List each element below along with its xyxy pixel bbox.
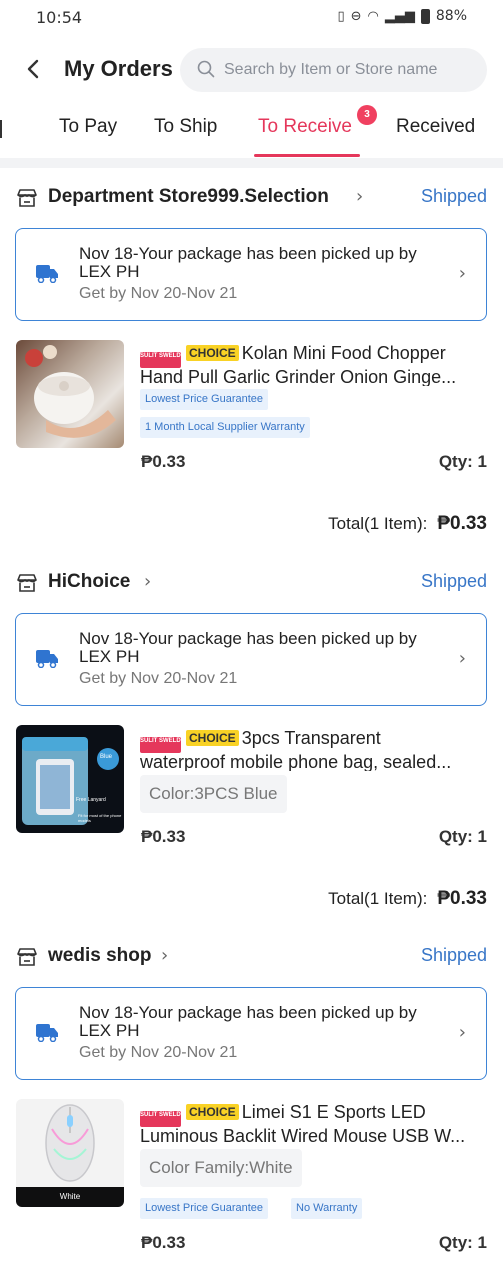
chevron-right-icon: › [458, 1022, 466, 1043]
product-title-line2: Luminous Backlit Wired Mouse USB W... [140, 1127, 466, 1145]
product-variant: Color:3PCS Blue [140, 775, 287, 813]
store-icon [17, 189, 37, 207]
tracking-message: Nov 18-Your package has been picked up b… [79, 244, 417, 281]
tag-lowest-price: Lowest Price Guarantee [140, 1198, 269, 1219]
product-price: ₱0.33 [141, 1233, 186, 1252]
status-time: 10:54 [36, 8, 83, 27]
product-thumbnail[interactable]: Blue Free Lanyard Fit for most of the ph… [16, 725, 124, 833]
search-box[interactable] [180, 48, 487, 92]
thumb-label-lanyard: Free Lanyard [76, 797, 106, 803]
tab-count-badge: 3 [357, 105, 377, 125]
product-variant: Color Family:White [140, 1149, 302, 1187]
tag-warranty: 1 Month Local Supplier Warranty [140, 417, 310, 438]
status-icons: ▯ ⊖ ◠ ▂▄▆ 88% [337, 8, 467, 24]
tracking-card[interactable]: Nov 18-Your package has been picked up b… [15, 613, 487, 706]
product-thumbnail[interactable]: White [16, 1099, 124, 1207]
signal-icon: ▂▄▆ [384, 8, 415, 24]
order-status: Shipped [420, 945, 487, 965]
mouse-image [16, 1104, 124, 1207]
tracking-message: Nov 18-Your package has been picked up b… [79, 629, 417, 666]
section-divider [0, 158, 503, 168]
tracking-eta: Get by Nov 20-Nov 21 [79, 1044, 238, 1061]
search-input[interactable] [224, 48, 474, 92]
product-title-line1: Kolan Mini Food Chopper [241, 344, 446, 363]
choice-badge: CHOICE [186, 345, 239, 361]
battery-icon [420, 8, 430, 24]
tab-to-pay[interactable]: To Pay [59, 116, 117, 138]
store-name[interactable]: Department Store999.Selection [48, 186, 329, 208]
product-qty: Qty: 1 [438, 452, 487, 471]
truck-icon [36, 650, 58, 668]
store-name[interactable]: wedis shop [48, 945, 151, 967]
chevron-left-icon [27, 59, 39, 79]
chevron-right-icon: › [161, 945, 169, 966]
tracking-card[interactable]: Nov 18-Your package has been picked up b… [15, 228, 487, 321]
tab-partial[interactable] [0, 116, 4, 140]
product-price: ₱0.33 [141, 452, 186, 471]
tab-to-ship[interactable]: To Ship [154, 116, 217, 138]
product-title-line1: Limei S1 E Sports LED [241, 1103, 426, 1122]
do-not-disturb-icon: ⊖ [350, 8, 362, 24]
sulit-sweldo-badge: SULIT SWELDO [140, 737, 185, 753]
product-qty: Qty: 1 [438, 827, 487, 846]
order-tabs: To Pay To Ship To Receive Received [0, 104, 503, 158]
tracking-message: Nov 18-Your package has been picked up b… [79, 1003, 417, 1040]
tab-received[interactable]: Received [396, 116, 475, 138]
store-name[interactable]: HiChoice [48, 571, 130, 593]
choice-badge: CHOICE [186, 1104, 239, 1120]
product-title-line2: waterproof mobile phone bag, sealed... [140, 753, 452, 771]
tab-to-receive[interactable]: To Receive [258, 116, 352, 138]
sulit-sweldo-badge: SULIT SWELDO [140, 1111, 185, 1127]
store-row[interactable]: Department Store999.Selection › Shipped [0, 180, 503, 216]
chevron-right-icon: › [144, 571, 152, 592]
order-status: Shipped [420, 571, 487, 591]
order-total: Total(1 Item): ₱0.33 [328, 888, 487, 910]
total-label: Total(1 Item): [328, 514, 428, 533]
total-label: Total(1 Item): [328, 889, 428, 908]
tracking-eta: Get by Nov 20-Nov 21 [79, 670, 238, 687]
status-bar: 10:54 ▯ ⊖ ◠ ▂▄▆ 88% [0, 0, 503, 36]
product-qty: Qty: 1 [438, 1233, 487, 1252]
store-row[interactable]: HiChoice › Shipped [0, 565, 503, 601]
search-icon [197, 60, 215, 78]
product-thumbnail[interactable] [16, 340, 124, 448]
choice-badge: CHOICE [186, 730, 239, 746]
truck-icon [36, 1024, 58, 1042]
chevron-right-icon: › [356, 186, 364, 207]
thumb-label-blue: Blue [100, 754, 113, 760]
order-total: Total(1 Item): ₱0.33 [328, 513, 487, 535]
thumb-label-fit: Fit for most of the phone models [78, 813, 122, 823]
total-amount: ₱0.33 [437, 513, 487, 534]
tag-no-warranty: No Warranty [291, 1198, 363, 1219]
tag-lowest-price: Lowest Price Guarantee [140, 389, 269, 410]
tab-active-indicator [254, 154, 360, 157]
vibrate-icon: ▯ [337, 8, 345, 24]
total-amount: ₱0.33 [437, 888, 487, 909]
thumb-label-white: White [59, 1192, 81, 1201]
product-price: ₱0.33 [141, 827, 186, 846]
chevron-right-icon: › [458, 648, 466, 669]
product-title-line2: Hand Pull Garlic Grinder Onion Ginge... [140, 368, 457, 386]
store-icon [17, 948, 37, 966]
wifi-icon: ◠ [367, 8, 379, 24]
chevron-right-icon: › [458, 263, 466, 284]
product-title[interactable]: SULIT SWELDO CHOICE 3pcs Transparent wate… [140, 729, 490, 771]
order-status: Shipped [420, 186, 487, 206]
store-icon [17, 574, 37, 592]
back-button[interactable] [20, 55, 48, 83]
store-row[interactable]: wedis shop › Shipped [0, 939, 503, 975]
sulit-sweldo-badge: SULIT SWELDO [140, 352, 185, 368]
battery-percent: 88% [435, 8, 467, 24]
tracking-eta: Get by Nov 20-Nov 21 [79, 285, 238, 302]
product-title[interactable]: SULIT SWELDO CHOICE Limei S1 E Sports LED… [140, 1103, 490, 1145]
header: My Orders [0, 46, 503, 94]
page-title: My Orders [64, 56, 173, 81]
food-chopper-image [25, 345, 116, 438]
product-title[interactable]: SULIT SWELDO CHOICE Kolan Mini Food Chopp… [140, 344, 490, 386]
truck-icon [36, 265, 58, 283]
tracking-card[interactable]: Nov 18-Your package has been picked up b… [15, 987, 487, 1080]
product-title-line1: 3pcs Transparent [241, 729, 381, 748]
